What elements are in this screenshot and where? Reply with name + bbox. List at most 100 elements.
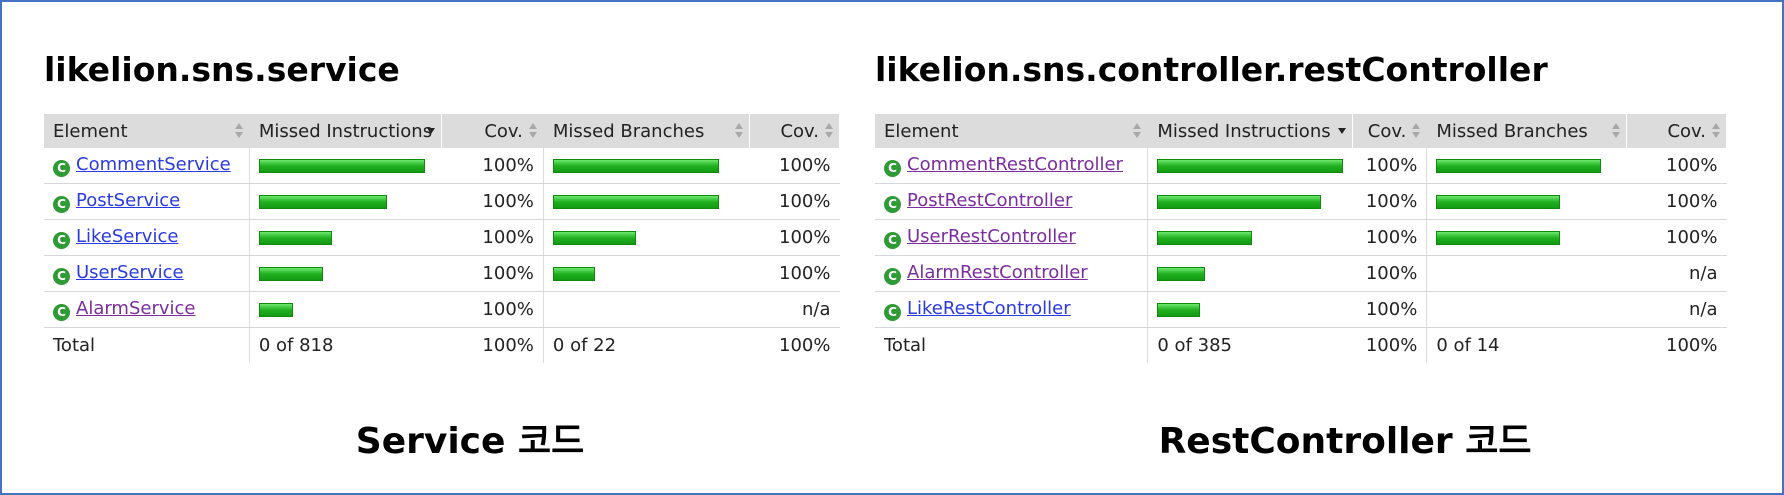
branch-bar-cell — [1426, 183, 1627, 220]
branch-coverage-bar — [1436, 194, 1561, 209]
header-missed-instructions[interactable]: Missed Instructions — [249, 114, 443, 148]
element-link[interactable]: CommentRestController — [907, 154, 1123, 175]
branch-cov-cell: n/a — [1626, 255, 1727, 292]
branch-cov-cell: 100% — [1626, 148, 1727, 184]
header-element[interactable]: Element — [875, 114, 1149, 148]
class-c-icon: C — [53, 232, 70, 249]
class-c-icon: C — [53, 304, 70, 321]
instr-bar-cell — [249, 291, 442, 328]
branch-coverage-bar — [552, 194, 719, 209]
branch-cov-cell: 100% — [749, 219, 840, 256]
total-branch-cov: 100% — [779, 335, 831, 356]
branch-cov-cell: n/a — [1626, 291, 1727, 328]
branch-cov-cell: 100% — [749, 255, 840, 292]
instr-coverage-bar — [258, 266, 323, 281]
branch-coverage-bar — [1436, 230, 1561, 245]
service-coverage-panel: likelion.sns.service Element Missed Inst… — [44, 44, 840, 363]
element-link[interactable]: LikeRestController — [907, 298, 1071, 319]
sort-icon — [234, 123, 244, 139]
table-row: C PostRestController 100% 100% — [875, 183, 1727, 220]
header-missed-branches[interactable]: Missed Branches — [543, 114, 751, 148]
header-missed-branches[interactable]: Missed Branches — [1426, 114, 1628, 148]
instr-coverage-bar — [1157, 230, 1253, 245]
total-row: Total 0 of 385 100% 0 of 14 100% — [875, 327, 1727, 363]
branch-bar-cell — [543, 183, 750, 220]
instr-cov-cell: 100% — [1352, 291, 1428, 328]
total-instr: 0 of 818 — [258, 335, 334, 356]
branch-cov-cell: 100% — [749, 148, 840, 184]
service-caption: Service 코드 — [355, 421, 585, 462]
element-link[interactable]: UserRestController — [907, 226, 1076, 247]
instr-coverage-bar — [258, 194, 387, 209]
table-row: C LikeRestController 100% n/a — [875, 291, 1727, 328]
table-row: C AlarmService 100% n/a — [44, 291, 840, 328]
branch-coverage-bar — [552, 230, 636, 245]
instr-bar-cell — [1147, 291, 1353, 328]
branch-bar-cell — [1426, 148, 1627, 184]
sort-icon — [1712, 123, 1721, 139]
class-c-icon: C — [53, 268, 70, 285]
instr-cov-cell: 100% — [441, 183, 544, 220]
sort-icon — [1612, 123, 1621, 139]
header-branch-cov[interactable]: Cov. — [749, 114, 840, 148]
instr-coverage-bar — [1157, 266, 1206, 281]
class-c-icon: C — [884, 268, 901, 285]
branch-cov-cell: 100% — [749, 183, 840, 220]
element-link[interactable]: UserService — [76, 262, 184, 283]
element-link[interactable]: LikeService — [76, 226, 178, 247]
element-link[interactable]: AlarmService — [76, 298, 196, 319]
rest-controller-caption: RestController 코드 — [1158, 421, 1532, 462]
instr-coverage-bar — [1157, 302, 1201, 317]
class-c-icon: C — [53, 196, 70, 213]
branch-cov-cell: 100% — [1626, 219, 1727, 256]
table-row: C LikeService 100% 100% — [44, 219, 840, 256]
instr-bar-cell — [249, 148, 442, 184]
branch-bar-cell — [543, 148, 750, 184]
sort-icon — [528, 123, 538, 139]
instr-coverage-bar — [258, 302, 293, 317]
coverage-table: Element Missed Instructions Cov. Missed … — [44, 114, 840, 363]
branch-bar-cell — [1426, 291, 1627, 328]
coverage-table: Element Missed Instructions Cov. Missed … — [875, 114, 1727, 363]
element-link[interactable]: PostRestController — [907, 190, 1072, 211]
element-link[interactable]: CommentService — [76, 154, 231, 175]
branch-bar-cell — [1426, 255, 1627, 292]
total-branch-cov: 100% — [1666, 335, 1718, 356]
total-instr: 0 of 385 — [1157, 335, 1232, 356]
instr-cov-cell: 100% — [441, 255, 544, 292]
instr-bar-cell — [1147, 183, 1353, 220]
header-element[interactable]: Element — [44, 114, 250, 148]
table-row: C CommentService 100% 100% — [44, 148, 840, 184]
instr-coverage-bar — [258, 230, 332, 245]
instr-cov-cell: 100% — [1352, 255, 1428, 292]
table-row: C CommentRestController 100% 100% — [875, 148, 1727, 184]
sort-icon — [735, 123, 744, 139]
element-cell: C CommentRestController — [875, 148, 1149, 184]
element-link[interactable]: AlarmRestController — [907, 262, 1088, 283]
element-cell: C LikeService — [44, 219, 250, 256]
sort-icon — [825, 123, 834, 139]
class-c-icon: C — [884, 304, 901, 321]
element-cell: C CommentService — [44, 148, 250, 184]
total-branch: 0 of 14 — [1436, 335, 1500, 356]
element-link[interactable]: PostService — [76, 190, 180, 211]
instr-cov-cell: 100% — [441, 148, 544, 184]
header-instr-cov[interactable]: Cov. — [1352, 114, 1428, 148]
package-title: likelion.sns.service — [44, 50, 400, 89]
header-branch-cov[interactable]: Cov. — [1626, 114, 1727, 148]
element-cell: C AlarmService — [44, 291, 250, 328]
instr-bar-cell — [1147, 148, 1353, 184]
total-instr-cov: 100% — [1352, 327, 1428, 363]
sort-desc-icon — [427, 123, 436, 139]
sort-desc-icon — [1338, 123, 1347, 139]
branch-bar-cell — [543, 219, 750, 256]
instr-coverage-bar — [258, 158, 425, 173]
header-missed-instructions[interactable]: Missed Instructions — [1147, 114, 1354, 148]
instr-cov-cell: 100% — [1352, 219, 1428, 256]
header-instr-cov[interactable]: Cov. — [441, 114, 544, 148]
table-header-row: Element Missed Instructions Cov. Missed … — [44, 114, 840, 148]
class-c-icon: C — [884, 160, 901, 177]
instr-coverage-bar — [1157, 194, 1322, 209]
class-c-icon: C — [53, 160, 70, 177]
instr-cov-cell: 100% — [441, 291, 544, 328]
